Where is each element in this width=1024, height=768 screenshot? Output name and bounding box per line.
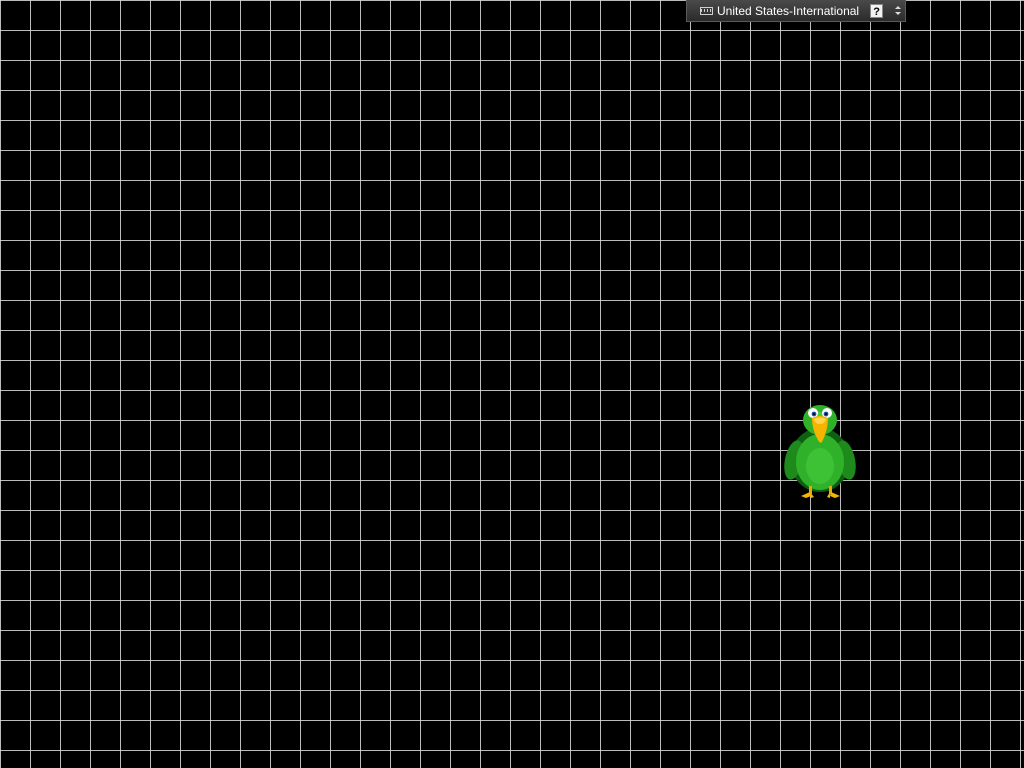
green-parrot-icon[interactable] xyxy=(784,400,856,504)
desktop-background: United States-International ? xyxy=(0,0,1024,768)
arrow-down-icon xyxy=(895,12,902,15)
language-bar[interactable]: United States-International ? xyxy=(686,0,906,22)
keyboard-icon[interactable] xyxy=(700,6,713,15)
arrow-up-icon xyxy=(895,6,902,9)
expand-arrows-icon[interactable] xyxy=(893,3,903,19)
help-icon[interactable]: ? xyxy=(870,3,884,18)
language-label[interactable]: United States-International xyxy=(717,4,859,18)
